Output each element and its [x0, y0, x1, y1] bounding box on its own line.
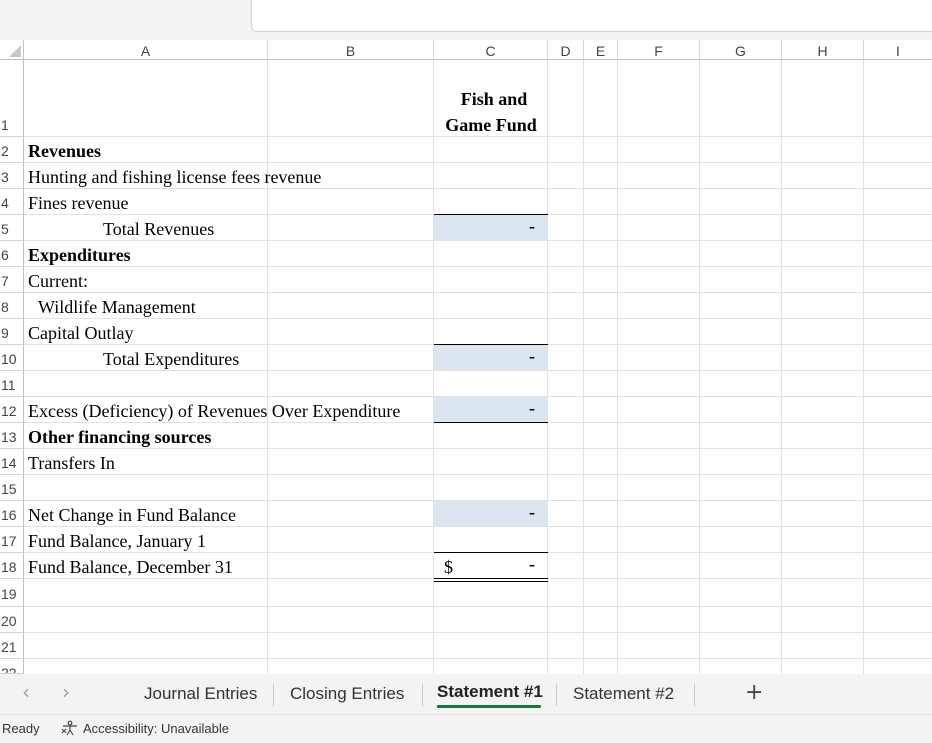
row-header-5[interactable]: 5 [0, 215, 24, 241]
column-header-h[interactable]: H [782, 40, 864, 60]
row-header-6[interactable]: 6 [0, 241, 24, 267]
row-header-20[interactable]: 20 [0, 607, 24, 633]
status-ready: Ready [2, 721, 40, 736]
tab-statement-1[interactable]: Statement #1 [437, 682, 543, 706]
column-header-i[interactable]: I [864, 40, 932, 60]
value-c12: - [529, 398, 535, 418]
label-fund-balance-jan: Fund Balance, January 1 [28, 531, 206, 551]
gridline-row [24, 266, 932, 267]
gridline-col-g [699, 60, 700, 674]
tab-closing-entries[interactable]: Closing Entries [290, 684, 404, 708]
label-net-change: Net Change in Fund Balance [28, 505, 236, 525]
row-header-12[interactable]: 12 [0, 397, 24, 423]
cell-c18-top-border [434, 552, 548, 553]
row-header-3[interactable]: 3 [0, 163, 24, 189]
cell-c18-double-border-2 [434, 581, 548, 582]
row-header-10[interactable]: 10 [0, 345, 24, 371]
header-game-fund: Game Fund [445, 115, 537, 135]
header-fish-and: Fish and [460, 89, 528, 109]
column-header-f[interactable]: F [618, 40, 700, 60]
cell-c5-top-border [434, 214, 548, 215]
gridline-col-b [267, 60, 268, 674]
row-header-11[interactable]: 11 [0, 371, 24, 397]
accessibility-icon[interactable] [61, 720, 79, 736]
row-header-2[interactable]: 2 [0, 137, 24, 163]
select-all-corner[interactable] [0, 40, 24, 60]
gridline-col-e [583, 60, 584, 674]
status-accessibility[interactable]: Accessibility: Unavailable [83, 721, 229, 736]
gridline-row [24, 162, 932, 163]
row-header-1[interactable]: 1 [0, 60, 24, 137]
gridline-row [24, 658, 932, 659]
row-header-9[interactable]: 9 [0, 319, 24, 345]
gridline-col-i [863, 60, 864, 674]
row-header-7[interactable]: 7 [0, 267, 24, 293]
formula-bar[interactable] [251, 0, 932, 32]
row-header-4[interactable]: 4 [0, 189, 24, 215]
row-header-15[interactable]: 15 [0, 475, 24, 501]
label-capital-outlay: Capital Outlay [28, 323, 134, 343]
label-fines-revenue: Fines revenue [28, 193, 129, 213]
add-sheet-button[interactable]: + [745, 680, 763, 705]
label-excess-deficiency: Excess (Deficiency) of Revenues Over Exp… [28, 401, 401, 421]
cell-c12-bottom-border [434, 422, 548, 423]
column-header-b[interactable]: B [268, 40, 434, 60]
row-header-21[interactable]: 21 [0, 633, 24, 659]
gridline-row [24, 606, 932, 607]
currency-c18: $ [444, 557, 453, 577]
column-header-d[interactable]: D [548, 40, 584, 60]
select-all-triangle [9, 45, 21, 57]
label-total-expenditures: Total Expenditures [103, 349, 240, 369]
row-header-14[interactable]: 14 [0, 449, 24, 475]
gridline-col-f [617, 60, 618, 674]
column-header-g[interactable]: G [700, 40, 782, 60]
label-other-financing-sources: Other financing sources [28, 427, 212, 447]
gridline-row [24, 292, 932, 293]
label-wildlife-management: Wildlife Management [38, 297, 196, 317]
label-transfers-in: Transfers In [28, 453, 115, 473]
row-header-22[interactable]: 22 [0, 659, 24, 674]
next-sheet-arrow-icon[interactable]: › [62, 680, 70, 704]
label-fund-balance-dec: Fund Balance, December 31 [28, 557, 233, 577]
gridline-row [24, 474, 932, 475]
value-c16: - [529, 502, 535, 522]
label-expenditures: Expenditures [28, 245, 131, 265]
gridline-col-h [781, 60, 782, 674]
column-header-c[interactable]: C [434, 40, 548, 60]
active-tab-indicator [437, 705, 541, 708]
row-header-18[interactable]: 18 [0, 553, 24, 579]
row-header-19[interactable]: 19 [0, 579, 24, 607]
label-hunting-fishing-fees: Hunting and fishing license fees revenue [28, 167, 322, 187]
tab-separator [422, 684, 423, 706]
gridline-row [24, 632, 932, 633]
tab-journal-entries[interactable]: Journal Entries [144, 684, 257, 708]
row-header-17[interactable]: 17 [0, 527, 24, 553]
row-header-16[interactable]: 16 [0, 501, 24, 527]
row-header-13[interactable]: 13 [0, 423, 24, 449]
label-current: Current: [28, 271, 88, 291]
value-c18: - [529, 554, 535, 574]
tab-statement-2[interactable]: Statement #2 [573, 684, 674, 708]
column-header-e[interactable]: E [584, 40, 618, 60]
label-revenues: Revenues [28, 141, 101, 161]
cell-c10-top-border [434, 344, 548, 345]
tab-separator [273, 684, 274, 706]
row-header-8[interactable]: 8 [0, 293, 24, 319]
label-total-revenues: Total Revenues [103, 219, 215, 239]
value-c10: - [529, 346, 535, 366]
value-c5: - [529, 216, 535, 236]
tab-separator [556, 684, 557, 706]
prev-sheet-arrow-icon[interactable]: ‹ [22, 680, 30, 704]
tab-separator [694, 684, 695, 706]
name-box[interactable] [0, 0, 250, 30]
column-header-a[interactable]: A [24, 40, 268, 60]
